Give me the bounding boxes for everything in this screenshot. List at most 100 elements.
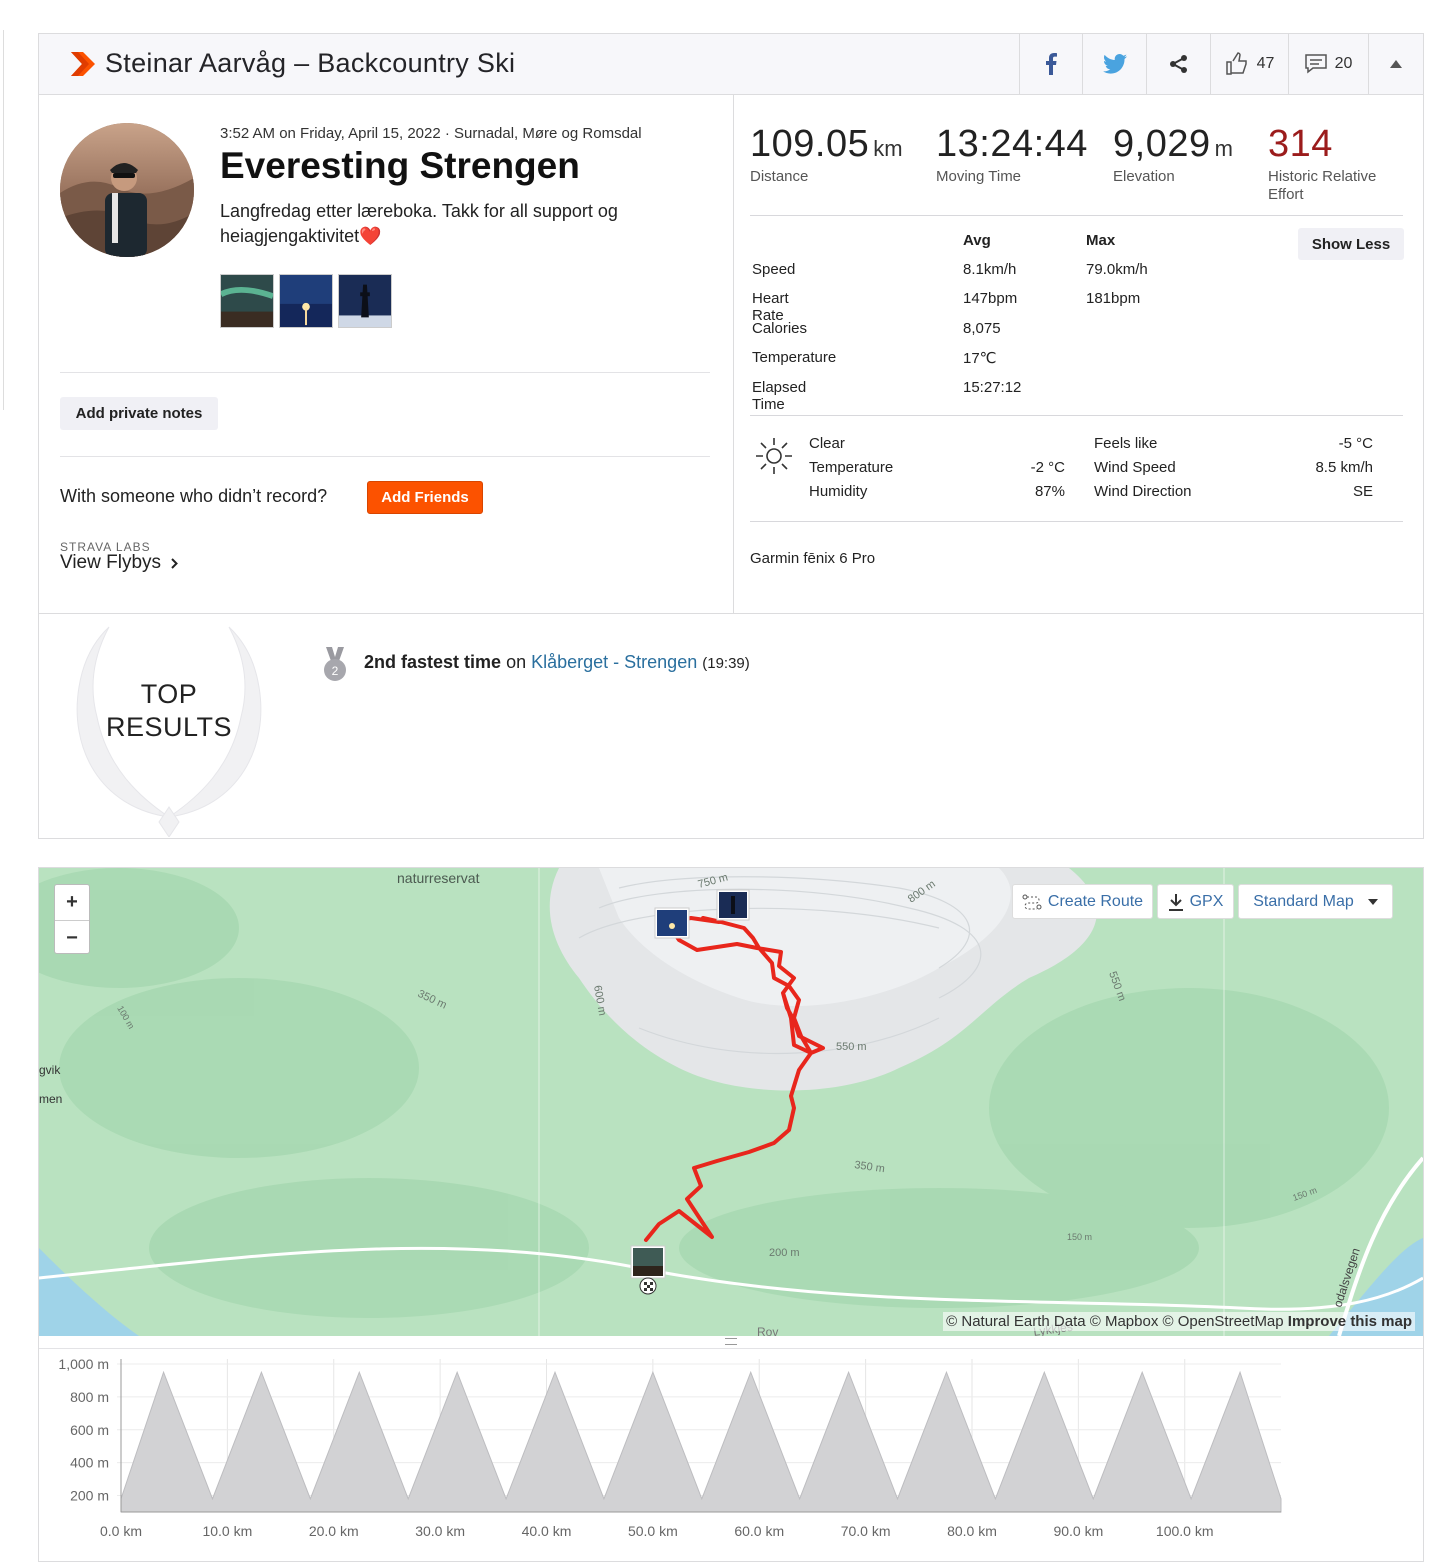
collapse-button[interactable] [1368,34,1423,94]
facebook-icon [1046,53,1057,75]
achievement-title: 2nd fastest time [364,652,502,672]
twitter-icon [1102,54,1127,74]
y-tick-label: 800 m [70,1389,109,1405]
feels-like-label: Feels like [1094,435,1158,452]
view-flybys-link[interactable]: View Flybys [60,552,178,574]
share-button[interactable] [1146,34,1210,94]
activity-panel: Steinar Aarvåg – Backcountry Ski 47 20 3… [38,33,1424,839]
divider [60,456,710,457]
segment-link[interactable]: Klåberget - Strengen [531,652,697,672]
activity-stats: 109.05 km Distance 13:24:44 Moving Time 9… [734,95,1423,613]
detail-avg: 15:27:12 [963,379,1022,396]
x-tick-label: 10.0 km [202,1523,252,1539]
elevation-unit: m [1214,136,1233,161]
chevron-down-icon [1367,898,1378,905]
x-tick-label: 0.0 km [100,1523,142,1539]
detail-max: 181bpm [1086,290,1141,307]
gpx-download-button[interactable]: GPX [1157,884,1234,919]
relative-effort-label: Historic Relative Effort [1268,168,1377,203]
create-route-button[interactable]: Create Route [1012,884,1153,919]
activity-name: Everesting Strengen [220,145,580,186]
twitter-share-button[interactable] [1082,34,1146,94]
gpx-label: GPX [1189,892,1224,910]
share-icon [1169,55,1187,73]
weather-humidity: 87% [1034,483,1065,500]
wind-speed-label: Wind Speed [1094,459,1176,476]
photo-strip [220,274,392,328]
top-results-section: TOP RESULTS 2 2nd fastest time on Klåber… [39,613,1423,838]
photo-thumbnail[interactable] [338,274,392,328]
photo-marker[interactable] [654,907,690,939]
x-tick-label: 50.0 km [628,1523,678,1539]
kudos-thumb-icon [1225,52,1247,75]
x-tick-label: 100.0 km [1156,1523,1214,1539]
improve-map-link[interactable]: Improve this map [1288,1313,1412,1330]
distance-label: Distance [750,168,809,185]
map-style-dropdown[interactable]: Standard Map [1238,884,1393,919]
map-section: naturreservat 750 m 800 m 550 m 550 m 60… [38,867,1424,1562]
route-map[interactable]: naturreservat 750 m 800 m 550 m 550 m 60… [39,868,1423,1336]
download-icon [1168,893,1183,911]
weather-temperature: -2 °C [1030,459,1065,476]
map-label: 150 m [1067,1232,1092,1242]
detail-label: Elapsed Time [752,379,807,413]
comments-button[interactable]: 20 [1288,34,1368,94]
zoom-in-button[interactable]: + [55,885,89,920]
add-private-notes-button[interactable]: Add private notes [60,397,218,430]
facebook-share-button[interactable] [1019,34,1082,94]
moving-time-label: Moving Time [936,168,1022,185]
x-tick-label: 20.0 km [309,1523,359,1539]
divider [750,415,1403,416]
map-label: Rov [757,1325,778,1336]
show-less-button[interactable]: Show Less [1298,228,1404,260]
detail-avg: 147bpm [963,290,1018,307]
avatar[interactable] [60,123,194,257]
detail-label: Calories [752,320,808,337]
distance-value: 109.05 [750,123,870,165]
x-tick-label: 90.0 km [1053,1523,1103,1539]
weather-condition: Clear [809,435,845,452]
weather-temperature-label: Temperature [809,459,894,476]
top-results-line2: RESULTS [105,712,233,742]
elevation-value: 9,029 [1113,123,1211,165]
x-tick-label: 70.0 km [841,1523,891,1539]
detail-label: Heart Rate [752,290,789,324]
stat-relative-effort[interactable]: 314 Historic Relative Effort [1268,123,1408,204]
photo-thumbnail[interactable] [220,274,274,328]
map-style-label: Standard Map [1253,892,1354,910]
map-label: naturreservat [397,870,480,886]
with-someone-text: With someone who didn’t record? [60,486,328,506]
y-tick-label: 1,000 m [58,1356,109,1372]
detail-label: Speed [752,261,796,278]
divider [750,215,1403,216]
photo-thumbnail[interactable] [279,274,333,328]
col-max-header: Max [1086,232,1116,249]
achievement-on: on [506,652,527,672]
wind-direction-value: SE [1352,483,1373,500]
comment-count: 20 [1334,55,1353,72]
map-label: 200 m [769,1247,800,1259]
map-attribution: © Natural Earth Data © Mapbox © OpenStre… [943,1312,1415,1331]
attribution-text: © Natural Earth Data © Mapbox © OpenStre… [946,1313,1284,1330]
elevation-profile[interactable]: 0.0 km 10.0 km 20.0 km 30.0 km 40.0 km 50.0 k… [39,1348,1423,1561]
zoom-out-button[interactable]: − [55,920,89,955]
y-tick-label: 600 m [70,1422,109,1438]
resize-handle[interactable] [725,1338,737,1345]
elevation-area [120,1370,1282,1513]
detail-avg: 17℃ [963,350,997,367]
add-friends-button[interactable]: Add Friends [367,481,483,514]
y-tick-label: 400 m [70,1455,109,1471]
kudos-button[interactable]: 47 [1210,34,1288,94]
photo-marker[interactable] [716,889,750,921]
left-edge-divider [0,30,4,410]
heart-emoji: ❤️ [359,226,382,246]
top-results-line1: TOP [140,679,198,709]
col-avg-header: Avg [963,232,991,249]
create-route-label: Create Route [1047,892,1144,910]
detail-avg: 8.1km/h [963,261,1017,278]
photo-marker[interactable] [630,1245,666,1279]
finish-flag-icon [639,1277,657,1295]
divider [60,372,710,373]
route-icon [1022,894,1042,909]
description-text: Langfredag etter læreboka. Takk for all … [220,201,618,246]
